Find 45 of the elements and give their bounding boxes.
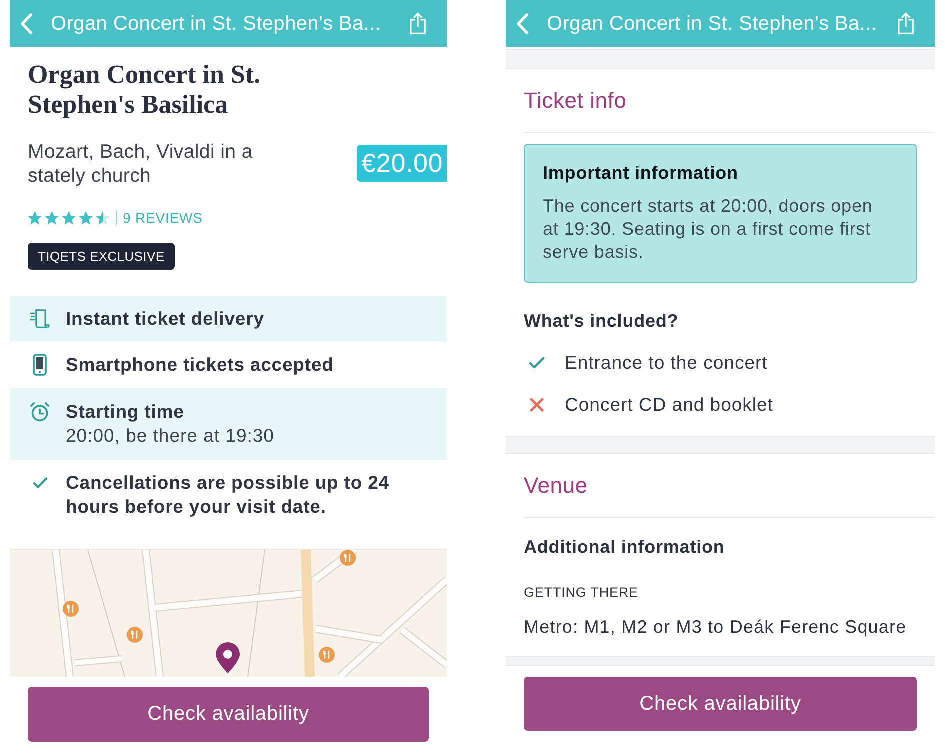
feature-detail: 20:00, be there at 19:30 <box>66 424 274 448</box>
included-item: Concert CD and booklet <box>565 394 774 416</box>
star-icon <box>45 211 59 225</box>
check-availability-button[interactable]: Check availability <box>524 677 917 731</box>
venue-subheading: Additional information <box>524 536 726 558</box>
directions-text: Metro: M1, M2 or M3 to Deák Ferenc Square <box>524 616 908 638</box>
back-button[interactable] <box>20 12 33 34</box>
notice-title: Important information <box>543 162 740 185</box>
share-icon <box>897 12 915 35</box>
feature-title: Cancellations are possible up to 24 hours before your visit date. <box>66 471 390 519</box>
price-tag: €20.00 <box>356 145 447 182</box>
check-icon <box>32 477 48 489</box>
notice-text: The concert starts at 20:00, doors open at 19:30. Seating is on a first come first serve basis. <box>543 195 874 264</box>
included-heading: What's included? <box>524 310 680 332</box>
feature-title: Smartphone tickets accepted <box>66 353 334 377</box>
check-availability-button[interactable]: Check availability <box>28 687 429 742</box>
star-icon <box>62 211 76 225</box>
section-heading: Venue <box>524 472 588 498</box>
section-heading: Ticket info <box>524 88 627 114</box>
share-button[interactable] <box>409 12 427 35</box>
event-subtitle: Mozart, Bach, Vivaldi in a stately church <box>28 140 254 188</box>
exclusive-badge: TIQETS EXCLUSIVE <box>28 243 175 270</box>
feature-title: Starting time <box>66 400 186 424</box>
header-title: Organ Concert in St. Stephen's Ba... <box>51 12 382 36</box>
smartphone-icon <box>33 354 47 376</box>
star-icon <box>79 211 93 225</box>
alarm-clock-icon <box>30 402 50 422</box>
place-marker-icon <box>319 647 335 663</box>
map-pin-icon[interactable] <box>215 642 241 674</box>
header-title: Organ Concert in St. Stephen's Ba... <box>547 12 878 36</box>
included-item: Entrance to the concert <box>565 352 768 374</box>
share-button[interactable] <box>897 12 915 35</box>
chevron-left-icon <box>516 12 529 34</box>
feature-title: Instant ticket delivery <box>66 307 264 331</box>
share-icon <box>409 12 427 35</box>
chevron-left-icon <box>20 12 33 34</box>
place-marker-icon <box>340 550 356 566</box>
half-star-icon <box>96 211 110 225</box>
place-marker-icon <box>127 627 143 643</box>
back-button[interactable] <box>516 12 529 34</box>
star-icon <box>28 211 42 225</box>
getting-there-label: GETTING THERE <box>524 585 640 601</box>
place-marker-icon <box>63 601 79 617</box>
receipt-icon <box>30 309 50 329</box>
event-title: Organ Concert in St. Stephen's Basilica <box>28 60 262 120</box>
